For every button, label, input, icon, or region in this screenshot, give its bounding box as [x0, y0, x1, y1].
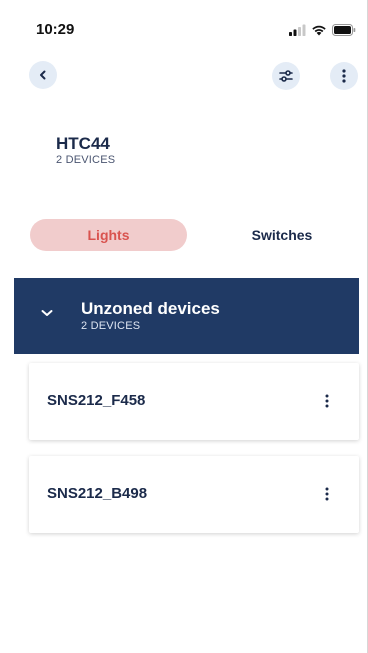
filter-button[interactable]: [272, 62, 300, 90]
tab-switches[interactable]: Switches: [204, 219, 360, 251]
app-screen: 10:29 HTC44 2 DEVICES Lights Switches Un…: [0, 0, 368, 653]
chevron-down-icon: [41, 310, 53, 316]
status-time: 10:29: [36, 21, 75, 38]
bridge-title: HTC44: [56, 134, 110, 153]
sliders-icon: [279, 70, 293, 82]
battery-icon: [332, 24, 356, 36]
signal-icon: [289, 24, 306, 36]
device-card[interactable]: SNS212_B498: [29, 456, 359, 533]
vertical-ellipsis-icon: [325, 394, 329, 408]
zone-device-count: 2 DEVICES: [81, 320, 141, 332]
zone-header-unzoned[interactable]: Unzoned devices 2 DEVICES: [14, 278, 359, 354]
bridge-device-count: 2 DEVICES: [56, 154, 116, 166]
tab-lights[interactable]: Lights: [30, 219, 187, 251]
zone-title: Unzoned devices: [81, 299, 220, 318]
chevron-left-icon: [40, 70, 46, 80]
back-button[interactable]: [29, 61, 57, 89]
device-menu-button[interactable]: [319, 484, 335, 504]
vertical-ellipsis-icon: [325, 487, 329, 501]
more-options-button[interactable]: [330, 62, 358, 90]
device-card[interactable]: SNS212_F458: [29, 363, 359, 440]
device-menu-button[interactable]: [319, 391, 335, 411]
wifi-icon: [312, 25, 326, 36]
device-name: SNS212_B498: [47, 485, 148, 502]
vertical-ellipsis-icon: [342, 69, 346, 83]
status-icons: [288, 24, 356, 36]
status-bar: 10:29: [0, 0, 368, 50]
device-name: SNS212_F458: [47, 392, 146, 409]
